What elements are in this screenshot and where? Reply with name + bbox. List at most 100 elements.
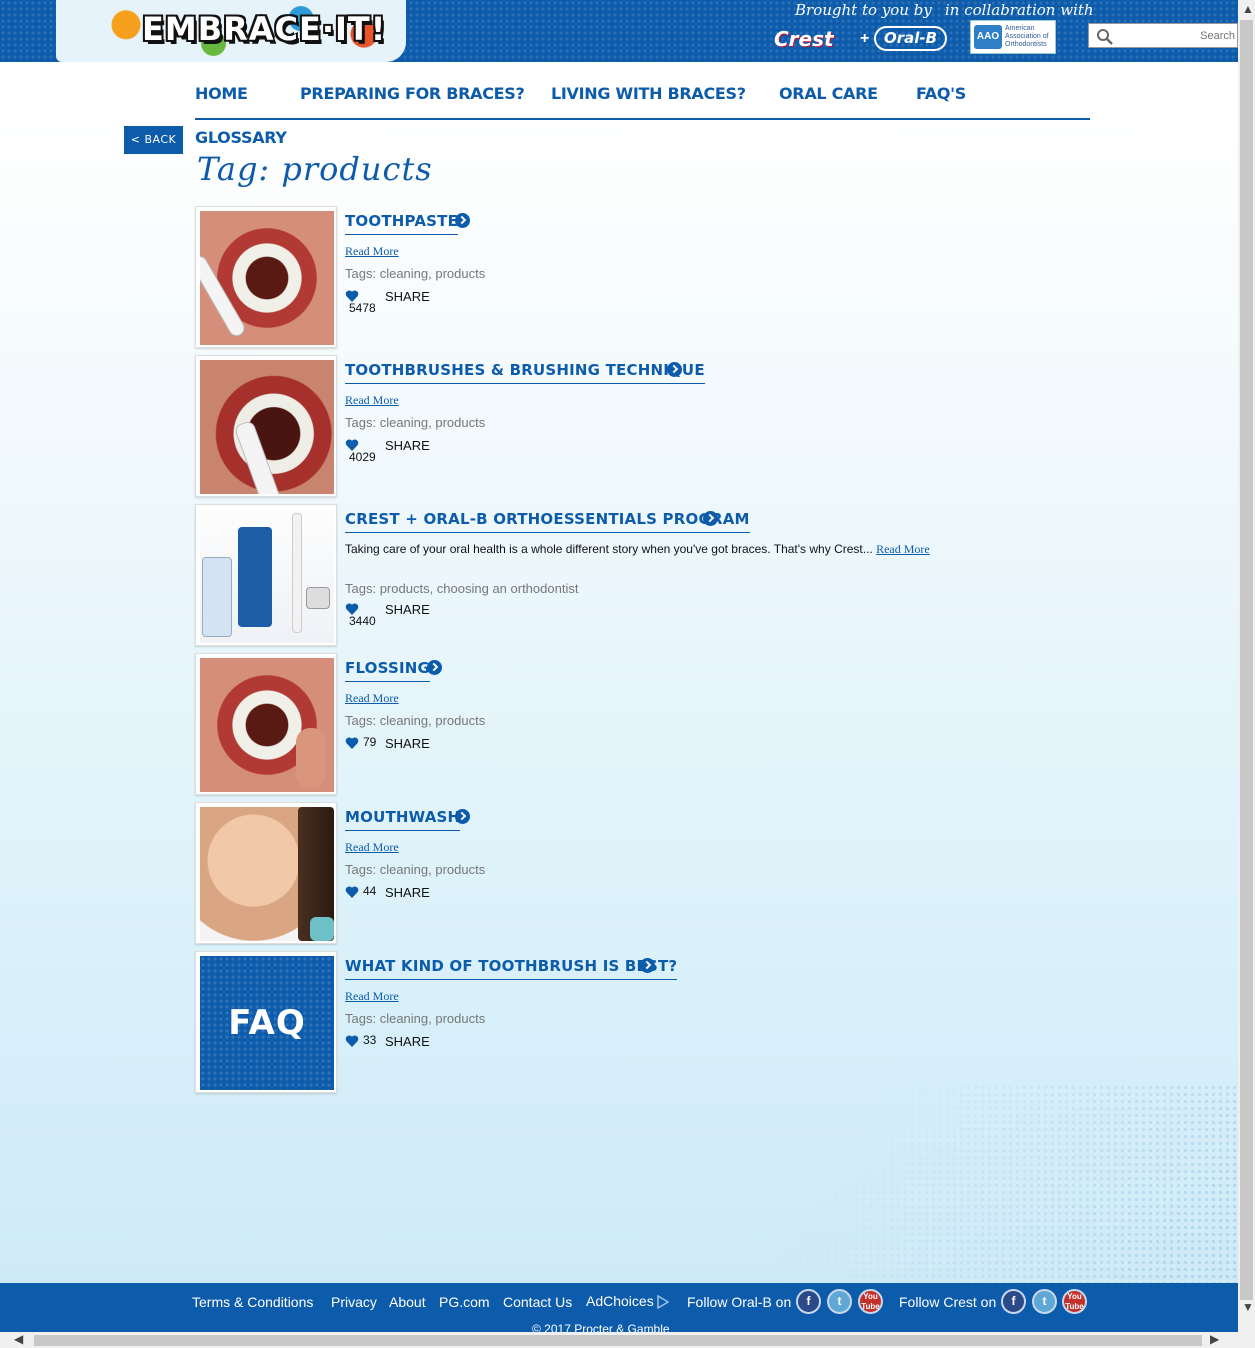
horizontal-scroll-thumb[interactable]: [34, 1335, 1202, 1346]
tags-values[interactable]: products, choosing an orthodontist: [380, 581, 579, 596]
item-tags: Tags: cleaning, products: [345, 862, 485, 877]
toothbrush-shape: [233, 419, 287, 494]
tags-values[interactable]: cleaning, products: [380, 415, 486, 430]
scroll-left-arrow-icon[interactable]: ◀: [14, 1332, 23, 1346]
tags-values[interactable]: cleaning, products: [380, 713, 486, 728]
nav-home[interactable]: HOME: [195, 84, 248, 103]
list-item: CREST + ORAL-B ORTHOESSENTIALS PROGRAM T…: [195, 504, 955, 646]
item-title[interactable]: TOOTHBRUSHES & BRUSHING TECHNIQUE: [345, 361, 705, 384]
vertical-scroll-thumb[interactable]: [1240, 20, 1253, 1300]
logo-text: EMBRACE·IT!: [142, 10, 387, 48]
arrow-circle-icon[interactable]: [703, 511, 718, 526]
footer-link-terms[interactable]: Terms & Conditions: [192, 1294, 313, 1310]
share-button[interactable]: SHARE: [385, 602, 430, 617]
read-more-link[interactable]: Read More: [345, 691, 399, 706]
item-thumbnail[interactable]: [195, 355, 337, 497]
tags-label: Tags:: [345, 713, 377, 728]
adchoices-icon[interactable]: [656, 1295, 670, 1309]
facebook-icon[interactable]: f: [1001, 1289, 1026, 1314]
heart-icon[interactable]: [345, 736, 359, 750]
mouthwash-image: [200, 807, 334, 941]
search-input[interactable]: [1117, 26, 1237, 46]
tags-values[interactable]: cleaning, products: [380, 862, 486, 877]
footer-link-about[interactable]: About: [389, 1294, 426, 1310]
read-more-link[interactable]: Read More: [345, 244, 399, 259]
facebook-icon[interactable]: f: [796, 1289, 821, 1314]
item-thumbnail[interactable]: FAQ: [195, 951, 337, 1093]
tags-label: Tags:: [345, 415, 377, 430]
electric-brush: [292, 513, 302, 633]
footer-link-privacy[interactable]: Privacy: [331, 1294, 377, 1310]
nav-oral-care[interactable]: ORAL CARE: [779, 84, 878, 103]
heart-icon[interactable]: [345, 1034, 359, 1048]
follow-oralb-label: Follow Oral-B on: [687, 1294, 792, 1310]
arrow-circle-icon[interactable]: [455, 809, 470, 824]
tags-values[interactable]: cleaning, products: [380, 1011, 486, 1026]
share-button[interactable]: SHARE: [385, 885, 430, 900]
timer-device: [306, 587, 330, 609]
background-dots: [678, 1084, 1238, 1284]
site-footer: Terms & Conditions Privacy About PG.com …: [0, 1283, 1238, 1332]
item-title[interactable]: TOOTHPASTE: [345, 212, 459, 235]
copyright-text: © 2017 Procter & Gamble: [532, 1322, 670, 1332]
like-count: 44: [363, 884, 377, 898]
footer-link-adchoices[interactable]: AdChoices: [586, 1293, 654, 1309]
item-thumbnail[interactable]: [195, 206, 337, 348]
page-title: Tag: products: [197, 150, 433, 188]
read-more-link[interactable]: Read More: [345, 989, 399, 1004]
share-button[interactable]: SHARE: [385, 736, 430, 751]
share-button[interactable]: SHARE: [385, 438, 430, 453]
nav-living-with-braces[interactable]: LIVING WITH BRACES?: [551, 84, 746, 103]
like-count: 3440: [349, 614, 376, 628]
arrow-circle-icon[interactable]: [427, 660, 442, 675]
scroll-up-arrow-icon[interactable]: ▲: [1242, 2, 1254, 16]
item-title[interactable]: MOUTHWASH: [345, 808, 461, 831]
like-count: 5478: [349, 301, 376, 315]
search-box[interactable]: [1088, 23, 1238, 48]
aao-badge: AAO: [974, 25, 1002, 49]
item-title[interactable]: CREST + ORAL-B ORTHOESSENTIALS PROGRAM: [345, 510, 750, 533]
arrow-circle-icon[interactable]: [667, 362, 682, 377]
crest-logo[interactable]: Crest: [774, 27, 834, 51]
vertical-scrollbar[interactable]: ▲ ▼: [1238, 0, 1255, 1332]
arrow-circle-icon[interactable]: [455, 213, 470, 228]
nav-glossary[interactable]: GLOSSARY: [195, 128, 287, 147]
search-icon[interactable]: [1096, 28, 1114, 46]
tags-label: Tags:: [345, 862, 377, 877]
horizontal-scrollbar[interactable]: ◀ ▶: [0, 1332, 1238, 1348]
scroll-down-arrow-icon[interactable]: ▼: [1242, 1300, 1254, 1314]
back-button[interactable]: < BACK: [124, 126, 183, 154]
tags-label: Tags:: [345, 581, 377, 596]
mouthwash-bottle: [238, 527, 272, 627]
embrace-it-logo[interactable]: EMBRACE·IT!: [56, 0, 406, 62]
aao-logo[interactable]: AAO American Association of Orthodontist…: [970, 20, 1056, 54]
item-thumbnail[interactable]: [195, 653, 337, 795]
follow-crest-label: Follow Crest on: [899, 1294, 997, 1310]
item-title[interactable]: FLOSSING: [345, 659, 431, 682]
oralb-logo[interactable]: Oral-B: [874, 26, 948, 51]
item-thumbnail[interactable]: [195, 504, 337, 646]
tags-values[interactable]: cleaning, products: [380, 266, 486, 281]
youtube-icon[interactable]: You Tube: [858, 1289, 883, 1314]
list-item: FAQ WHAT KIND OF TOOTHBRUSH IS BEST? Rea…: [195, 951, 955, 1093]
item-thumbnail[interactable]: [195, 802, 337, 944]
nav-faqs[interactable]: FAQ'S: [916, 84, 966, 103]
youtube-icon[interactable]: You Tube: [1062, 1289, 1087, 1314]
item-tags: Tags: cleaning, products: [345, 415, 485, 430]
toothbrushes-image: [200, 360, 334, 494]
read-more-link[interactable]: Read More: [345, 393, 399, 408]
heart-icon[interactable]: [345, 885, 359, 899]
read-more-link[interactable]: Read More: [876, 542, 930, 556]
share-button[interactable]: SHARE: [385, 1034, 430, 1049]
footer-link-contact[interactable]: Contact Us: [503, 1294, 572, 1310]
share-button[interactable]: SHARE: [385, 289, 430, 304]
read-more-link[interactable]: Read More: [345, 840, 399, 855]
item-title[interactable]: WHAT KIND OF TOOTHBRUSH IS BEST?: [345, 957, 678, 980]
twitter-icon[interactable]: t: [1032, 1289, 1057, 1314]
twitter-icon[interactable]: t: [827, 1289, 852, 1314]
scroll-right-arrow-icon[interactable]: ▶: [1210, 1332, 1219, 1346]
faq-image: FAQ: [200, 956, 334, 1090]
nav-preparing-for-braces[interactable]: PREPARING FOR BRACES?: [300, 84, 525, 103]
footer-link-pgcom[interactable]: PG.com: [439, 1294, 490, 1310]
arrow-circle-icon[interactable]: [640, 958, 655, 973]
